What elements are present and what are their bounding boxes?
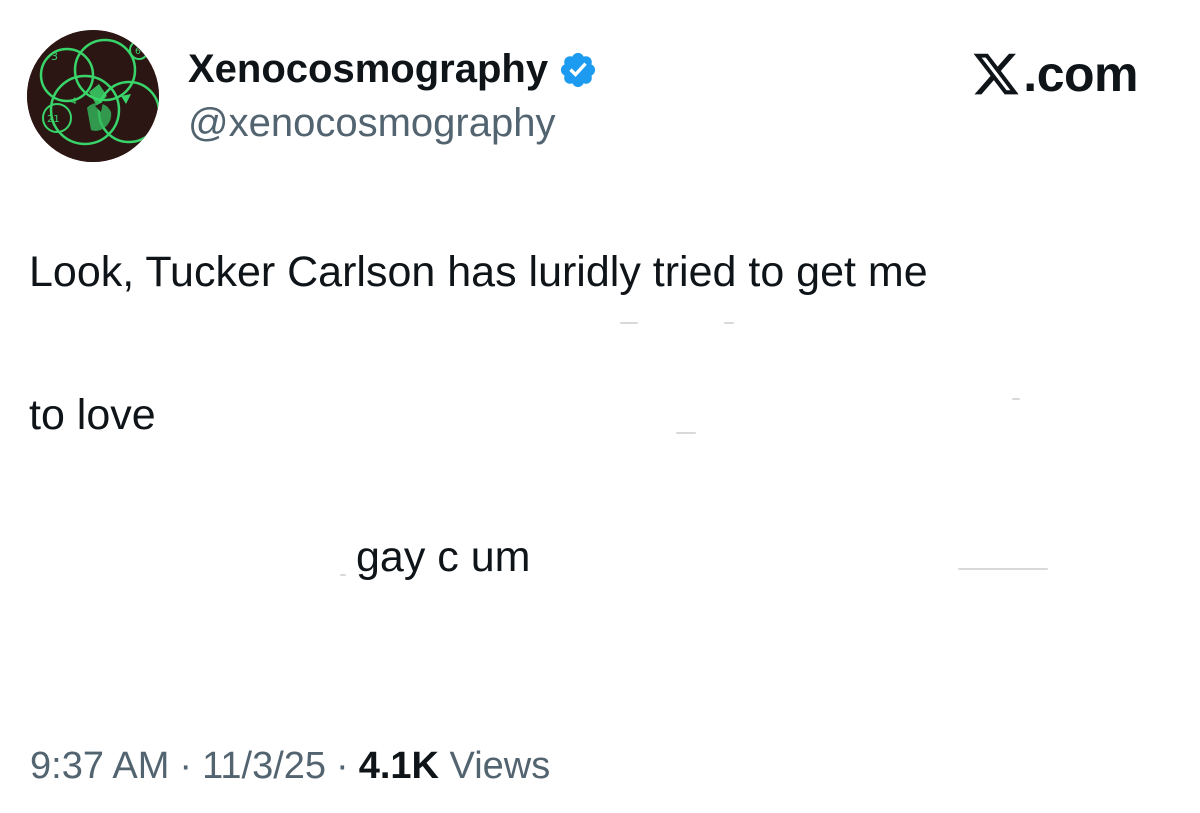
brand-text: .com bbox=[1023, 46, 1138, 102]
avatar-diagram-icon: 3 21 6 4 bbox=[27, 30, 159, 162]
tweet-meta: 9:37 AM · 11/3/25 · 4.1K Views bbox=[30, 742, 550, 790]
tweet-date[interactable]: 11/3/25 bbox=[202, 745, 326, 787]
erased-text-artifact bbox=[340, 574, 346, 576]
avatar[interactable]: 3 21 6 4 bbox=[27, 30, 159, 162]
views-label: Views bbox=[449, 745, 551, 787]
verified-badge-icon bbox=[558, 50, 598, 90]
svg-text:6: 6 bbox=[135, 47, 141, 57]
tweet-text-line: to love bbox=[29, 391, 156, 439]
tweet-time[interactable]: 9:37 AM bbox=[30, 745, 169, 787]
erased-text-artifact bbox=[620, 322, 638, 324]
brand-watermark: .com bbox=[971, 44, 1138, 104]
meta-separator: · bbox=[179, 745, 193, 787]
tweet-text-line: Look, Tucker Carlson has luridly tried t… bbox=[29, 248, 928, 296]
erased-text-artifact bbox=[724, 322, 734, 324]
tweet-card: 3 21 6 4 Xenocosmography @xenocosmograph… bbox=[0, 0, 1200, 813]
svg-text:21: 21 bbox=[47, 114, 60, 125]
erased-text-artifact bbox=[676, 432, 696, 434]
x-logo-icon bbox=[971, 49, 1021, 99]
author-handle[interactable]: @xenocosmography bbox=[188, 98, 555, 148]
views-count: 4.1K bbox=[358, 745, 439, 787]
author-display-name[interactable]: Xenocosmography bbox=[188, 44, 548, 94]
svg-text:3: 3 bbox=[51, 50, 58, 63]
tweet-text-line: gay c um bbox=[356, 533, 531, 581]
svg-text:4: 4 bbox=[71, 97, 77, 107]
erased-text-artifact bbox=[1012, 398, 1020, 400]
author-name-row: Xenocosmography bbox=[188, 44, 598, 94]
meta-separator: · bbox=[336, 745, 349, 787]
erased-text-artifact bbox=[958, 568, 1048, 570]
